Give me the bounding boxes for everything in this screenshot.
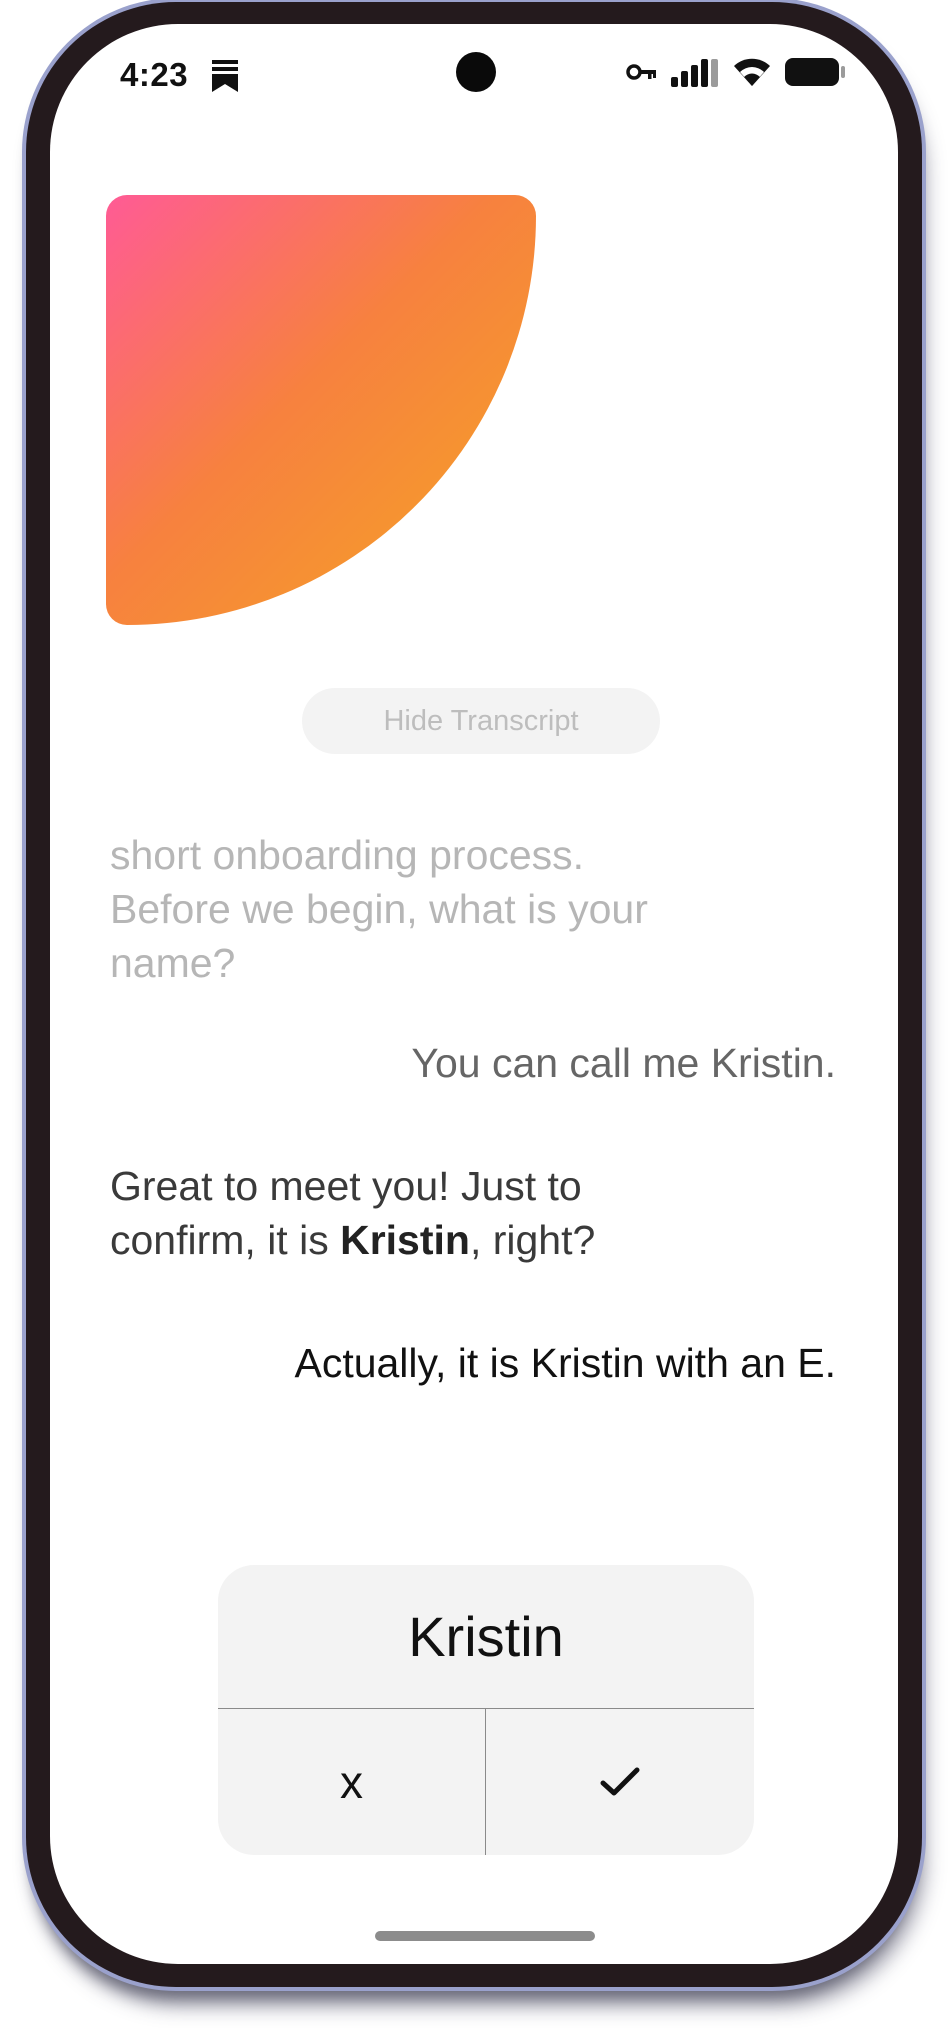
phone-screen: 4:23 Hide Transcript short onboarding pr… (50, 24, 898, 1964)
battery-icon (785, 58, 845, 86)
checkmark-icon (600, 1767, 639, 1796)
status-time: 4:23 (120, 56, 189, 93)
bookmark-icon (212, 60, 238, 92)
assistant-visual (106, 195, 536, 625)
phone-frame: 4:23 Hide Transcript short onboarding pr… (26, 2, 922, 1987)
assistant-message: Great to meet you! Just to confirm, it i… (110, 1159, 710, 1267)
confirm-name-value: Kristin (408, 1605, 564, 1668)
signal-icon (671, 59, 718, 87)
wifi-icon (734, 58, 770, 86)
accept-button[interactable] (486, 1709, 753, 1855)
name-confirm-card: Kristin x (218, 1565, 754, 1855)
user-message: You can call me Kristin. (411, 1040, 836, 1086)
assistant-message-faded: short onboarding process. Before we begi… (110, 832, 648, 986)
user-message-latest: Actually, it is Kristin with an E. (294, 1340, 836, 1386)
home-indicator[interactable] (375, 1931, 595, 1941)
key-icon (626, 64, 656, 80)
reject-button[interactable]: x (218, 1709, 485, 1855)
assistant-message-text-end: , right? (469, 1217, 596, 1263)
highlighted-name: Kristin (340, 1217, 470, 1263)
hide-transcript-button[interactable]: Hide Transcript (302, 688, 660, 754)
status-icons (626, 56, 846, 88)
front-camera (456, 52, 496, 92)
